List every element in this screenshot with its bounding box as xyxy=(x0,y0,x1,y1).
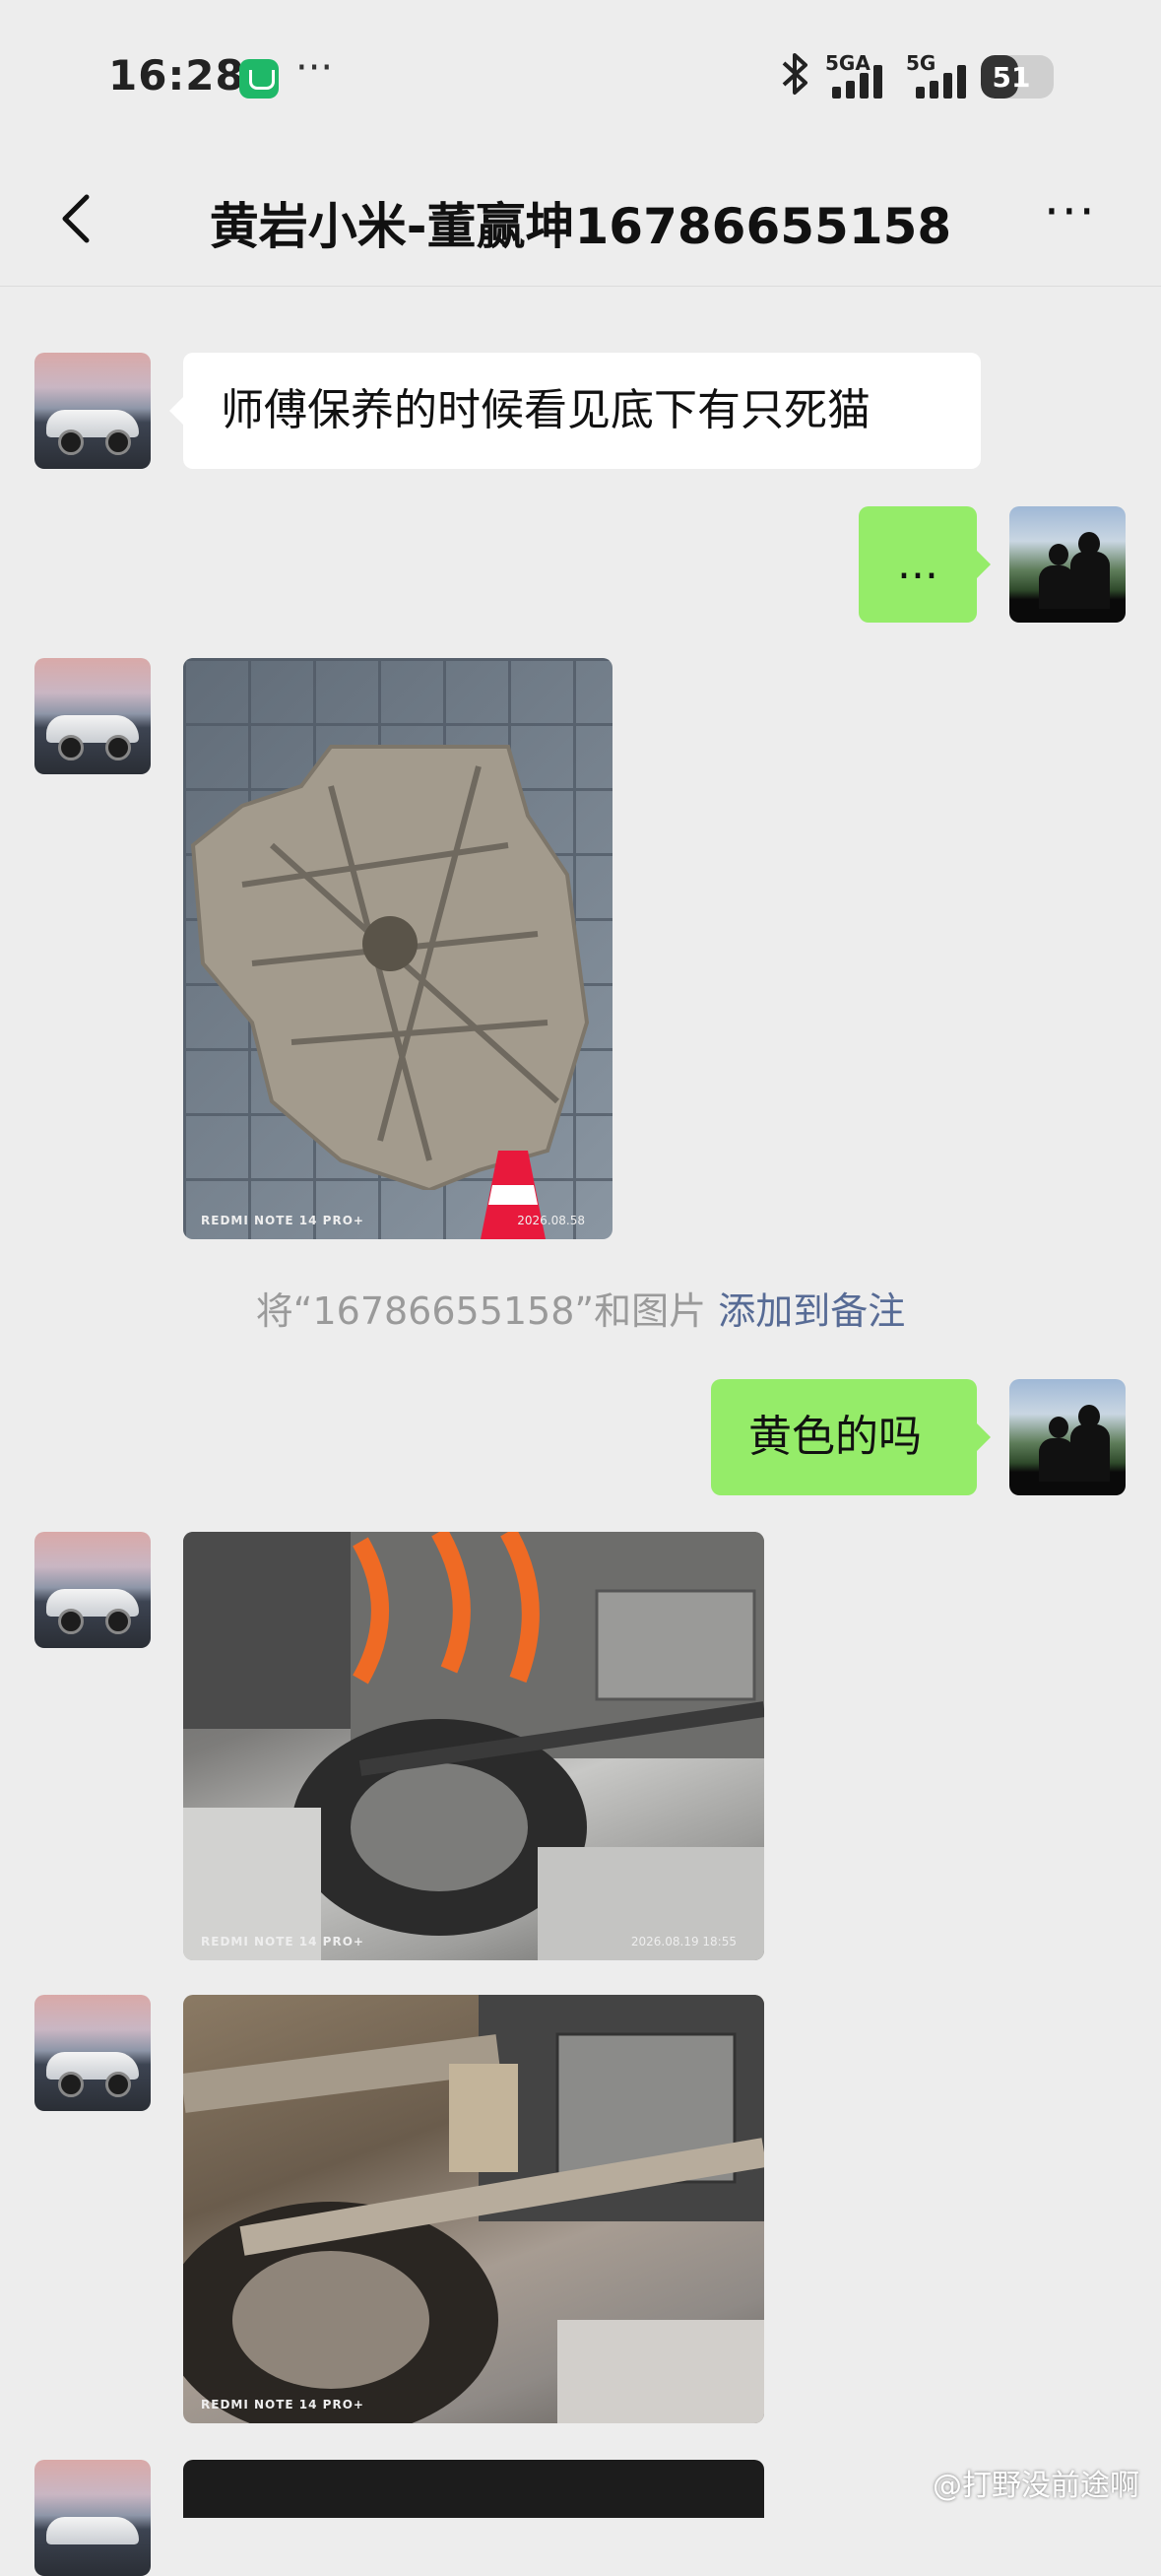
chat-header: 黄岩小米-董赢坤16786655158 ··· xyxy=(0,158,1161,287)
status-time: 16:28 xyxy=(108,51,245,99)
car-wheel xyxy=(105,1609,131,1634)
car-icon xyxy=(46,2517,139,2544)
underbody-shield-image xyxy=(190,745,590,1190)
more-options-icon[interactable]: ··· xyxy=(1044,187,1113,246)
car-wheel xyxy=(58,429,84,455)
weibo-watermark: @打野没前途啊 xyxy=(933,2469,1139,2503)
photo-date-stamp: 2026.08.58 xyxy=(517,1214,585,1227)
car-wheel xyxy=(58,735,84,760)
my-avatar[interactable] xyxy=(1009,1379,1126,1495)
message-bubble-outgoing[interactable]: 黄色的吗 xyxy=(711,1379,991,1495)
car-wheel xyxy=(105,429,131,455)
contact-avatar[interactable] xyxy=(34,2460,151,2576)
add-to-remark-link[interactable]: 添加到备注 xyxy=(718,1289,905,1333)
contact-avatar[interactable] xyxy=(34,658,151,774)
car-wheel xyxy=(105,735,131,760)
person-silhouette xyxy=(1039,1438,1074,1482)
person-head xyxy=(1049,544,1068,565)
signal-strength-icon-1 xyxy=(832,61,895,99)
message-image-underbody-shield[interactable]: REDMI NOTE 14 PRO+ 2026.08.58 xyxy=(183,658,613,1239)
contact-avatar[interactable] xyxy=(34,353,151,469)
person-head xyxy=(1049,1417,1068,1438)
xiaomi-home-app-icon xyxy=(239,59,279,99)
person-silhouette xyxy=(1070,552,1110,609)
photo-date-stamp: 2026.08.19 18:55 xyxy=(630,1935,737,1949)
car-suspension-image xyxy=(183,1995,764,2423)
person-silhouette xyxy=(1039,565,1074,609)
system-tip-text: 将“16786655158”和图片 xyxy=(255,1289,707,1333)
photo-camera-watermark: REDMI NOTE 14 PRO+ xyxy=(201,1214,364,1227)
photo-camera-watermark: REDMI NOTE 14 PRO+ xyxy=(201,1935,364,1949)
status-more-indicator: ··· xyxy=(295,45,334,91)
message-image-car-suspension[interactable]: REDMI NOTE 14 PRO+ xyxy=(183,1995,764,2423)
chat-title: 黄岩小米-董赢坤16786655158 xyxy=(209,198,952,255)
car-wheel xyxy=(58,1609,84,1634)
car-underside-image xyxy=(183,1532,764,1960)
contact-avatar[interactable] xyxy=(34,1995,151,2111)
message-image-black-bag[interactable] xyxy=(183,2460,764,2518)
person-silhouette xyxy=(1070,1424,1110,1482)
battery-percent: 51 xyxy=(992,61,1031,94)
photo-camera-watermark: REDMI NOTE 14 PRO+ xyxy=(201,2398,364,2411)
message-bubble-incoming[interactable]: 师傅保养的时候看见底下有只死猫 xyxy=(169,353,981,469)
bluetooth-icon xyxy=(776,51,815,107)
status-bar: 16:28 ··· 5GA 5G 51 xyxy=(0,0,1161,158)
car-wheel xyxy=(105,2072,131,2097)
battery-icon: 51 xyxy=(981,55,1054,99)
message-image-car-underside[interactable]: REDMI NOTE 14 PRO+ 2026.08.19 18:55 xyxy=(183,1532,764,1960)
signal-strength-icon-2 xyxy=(916,61,979,99)
car-wheel xyxy=(58,2072,84,2097)
message-bubble-outgoing[interactable]: ... xyxy=(859,506,991,623)
system-tip: 将“16786655158”和图片 添加到备注 xyxy=(0,1281,1161,1335)
contact-avatar[interactable] xyxy=(34,1532,151,1648)
my-avatar[interactable] xyxy=(1009,506,1126,623)
